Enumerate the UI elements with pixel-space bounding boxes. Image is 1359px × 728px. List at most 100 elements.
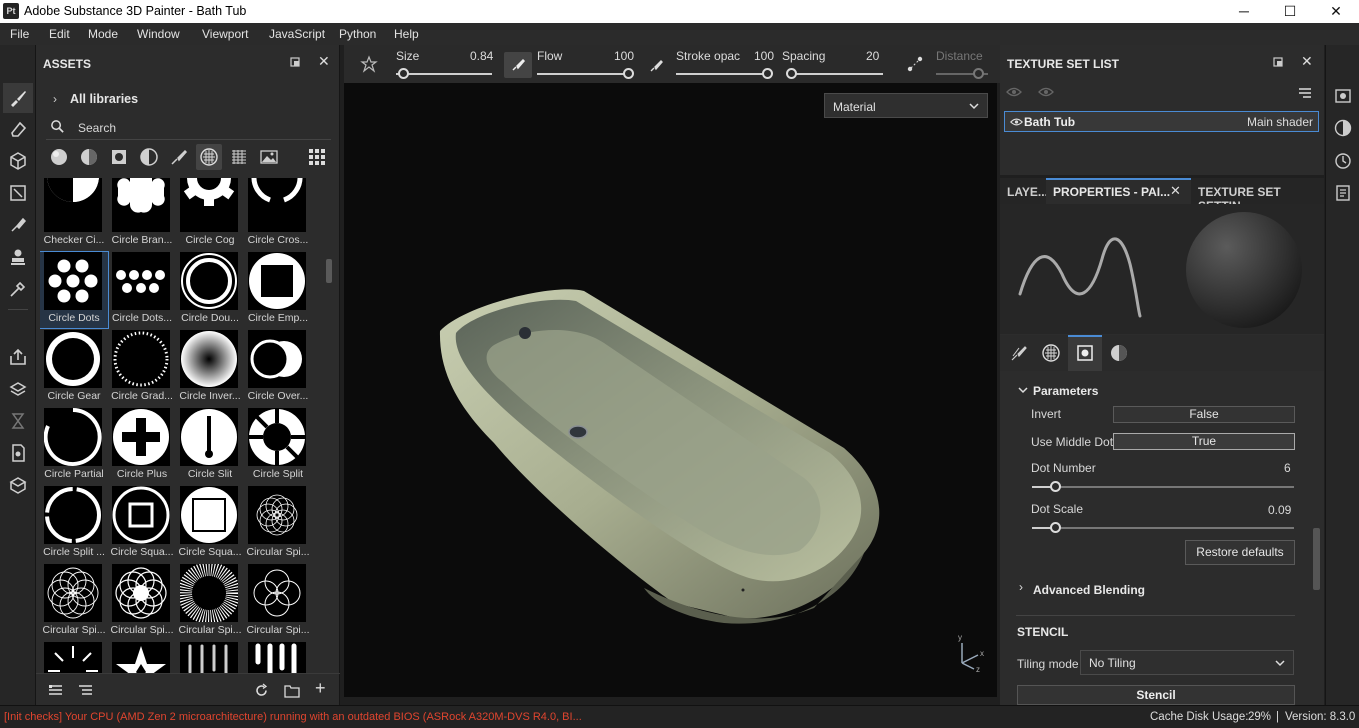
- asset-tile[interactable]: [40, 642, 104, 673]
- learning-tool[interactable]: [6, 473, 30, 497]
- lazy-distance-icon[interactable]: [906, 55, 924, 73]
- menu-window[interactable]: Window: [137, 27, 180, 41]
- filter-icon[interactable]: [140, 148, 158, 166]
- asset-tile[interactable]: [244, 642, 308, 673]
- export-tool[interactable]: [6, 345, 30, 369]
- close-window-button[interactable]: ✕: [1313, 0, 1359, 23]
- asset-tile[interactable]: Circular Spi...: [108, 564, 174, 640]
- stencil-icon[interactable]: [1076, 344, 1094, 362]
- invert-toggle[interactable]: False: [1113, 406, 1295, 423]
- assets-scrollbar[interactable]: [326, 259, 332, 283]
- asset-tile[interactable]: Circular Spi...: [176, 564, 242, 640]
- library-breadcrumb[interactable]: All libraries: [70, 92, 138, 106]
- stencil-button[interactable]: Stencil: [1017, 685, 1295, 705]
- menu-edit[interactable]: Edit: [49, 27, 70, 41]
- smart-material-icon[interactable]: [80, 148, 98, 166]
- brush-settings-icon[interactable]: [1010, 344, 1028, 362]
- bake-tool[interactable]: [6, 377, 30, 401]
- maximize-button[interactable]: ☐: [1267, 0, 1313, 23]
- spacing-slider-knob[interactable]: [785, 68, 797, 79]
- texture-set-row[interactable]: Bath Tub Main shader: [1004, 111, 1319, 132]
- chevron-right-icon[interactable]: ›: [53, 92, 57, 106]
- details-view-icon[interactable]: [78, 684, 93, 697]
- dot-number-slider-knob[interactable]: [1049, 481, 1061, 492]
- undock-icon[interactable]: [1272, 56, 1284, 68]
- asset-tile[interactable]: Circle Split: [244, 408, 308, 484]
- menu-mode[interactable]: Mode: [88, 27, 118, 41]
- tab-properties[interactable]: PROPERTIES - PAI...: [1053, 185, 1170, 199]
- asset-tile[interactable]: Circular Spi...: [244, 564, 310, 640]
- spacing-value[interactable]: 20: [866, 49, 879, 63]
- texture-icon[interactable]: [230, 148, 248, 166]
- alpha-settings-icon[interactable]: [1042, 344, 1060, 362]
- refresh-icon[interactable]: [254, 683, 269, 698]
- close-tab-icon[interactable]: ✕: [1170, 183, 1181, 199]
- color-picker-tool[interactable]: [6, 277, 30, 301]
- asset-tile[interactable]: Circle Inver...: [176, 330, 241, 406]
- distance-slider-knob[interactable]: [973, 68, 984, 79]
- asset-tile[interactable]: Circle Emp...: [244, 252, 308, 328]
- alpha-icon[interactable]: [200, 148, 218, 166]
- menu-file[interactable]: File: [10, 27, 29, 41]
- texture-set-shader[interactable]: Main shader: [1247, 115, 1313, 129]
- history-icon[interactable]: [1334, 152, 1352, 170]
- search-input[interactable]: Search: [78, 121, 116, 135]
- material-settings-icon[interactable]: [1110, 344, 1128, 362]
- list-view-icon[interactable]: [48, 684, 63, 697]
- bathtub-model[interactable]: [344, 83, 997, 697]
- pen-pressure-flow-icon[interactable]: [649, 57, 665, 73]
- close-panel-icon[interactable]: ✕: [318, 53, 330, 70]
- dot-scale-slider-knob[interactable]: [1049, 522, 1061, 533]
- projection-tool[interactable]: [6, 149, 30, 173]
- menu-list-icon[interactable]: [1298, 86, 1312, 100]
- asset-tile[interactable]: Circle Slit: [176, 408, 240, 484]
- grid-view-icon[interactable]: [308, 148, 326, 166]
- asset-tile[interactable]: Circle Over...: [244, 330, 308, 406]
- parameters-section-title[interactable]: Parameters: [1033, 384, 1098, 398]
- dot-number-value[interactable]: 6: [1284, 461, 1291, 475]
- folder-icon[interactable]: [284, 683, 300, 698]
- close-panel-icon[interactable]: ✕: [1301, 53, 1313, 70]
- clone-tool[interactable]: [6, 245, 30, 269]
- add-icon[interactable]: +: [315, 678, 326, 699]
- 3d-viewport[interactable]: y x z: [344, 83, 997, 697]
- menu-viewport[interactable]: Viewport: [202, 27, 248, 41]
- asset-tile[interactable]: Circle Bran...: [108, 178, 172, 250]
- pressure-size-toggle[interactable]: [504, 52, 532, 78]
- polygon-fill-tool[interactable]: [6, 181, 30, 205]
- mask-icon[interactable]: [110, 148, 128, 166]
- tab-layers[interactable]: LAYE...: [1007, 185, 1048, 199]
- asset-tile[interactable]: Circle Partial: [40, 408, 104, 484]
- asset-tile[interactable]: Circle Squa...: [108, 486, 174, 562]
- brush-icon[interactable]: [170, 148, 188, 166]
- asset-tile[interactable]: Circle Squa...: [176, 486, 242, 562]
- asset-tile[interactable]: Checker Ci...: [40, 178, 104, 250]
- asset-tile[interactable]: Circle Plus: [108, 408, 172, 484]
- chevron-down-icon[interactable]: [1018, 386, 1028, 394]
- asset-tile[interactable]: Circle Split ...: [40, 486, 105, 562]
- camera-settings-icon[interactable]: [1334, 87, 1352, 105]
- asset-tile[interactable]: [108, 642, 172, 673]
- environment-icon[interactable]: [260, 148, 278, 166]
- flow-value[interactable]: 100: [614, 49, 634, 63]
- display-settings-icon[interactable]: [1334, 119, 1352, 137]
- material-ball-icon[interactable]: [50, 148, 68, 166]
- minimize-button[interactable]: ─: [1221, 0, 1267, 23]
- asset-tile[interactable]: Circular Spi...: [244, 486, 310, 562]
- asset-tile[interactable]: [176, 642, 240, 673]
- lazy-mouse-icon[interactable]: [360, 55, 378, 73]
- size-value[interactable]: 0.84: [470, 49, 493, 63]
- chevron-right-icon[interactable]: ›: [1019, 580, 1023, 594]
- history-tool[interactable]: [6, 409, 30, 433]
- asset-tile[interactable]: Circle Dots: [40, 251, 109, 329]
- asset-tile[interactable]: Circle Dots...: [108, 252, 172, 328]
- asset-tile[interactable]: Circle Gear: [40, 330, 104, 406]
- eye-icon[interactable]: [1038, 86, 1054, 98]
- menu-javascript[interactable]: JavaScript: [269, 27, 325, 41]
- menu-python[interactable]: Python: [339, 27, 376, 41]
- advanced-blending-section[interactable]: Advanced Blending: [1033, 583, 1145, 597]
- size-slider-knob[interactable]: [397, 68, 409, 79]
- use-middle-dot-toggle[interactable]: True: [1113, 433, 1295, 450]
- restore-defaults-button[interactable]: Restore defaults: [1185, 540, 1295, 565]
- flow-slider-knob[interactable]: [623, 68, 634, 79]
